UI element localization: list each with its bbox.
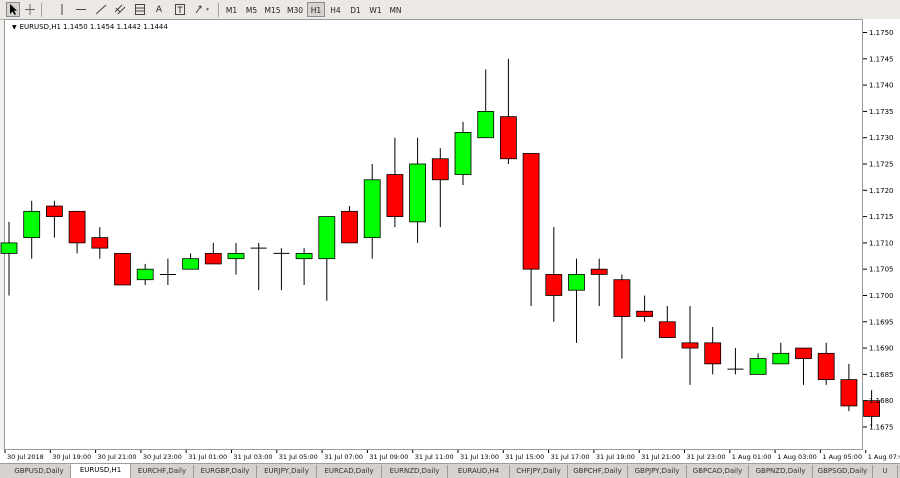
tab-eurchf-daily[interactable]: EURCHF,Daily (131, 465, 194, 478)
candle-bull (227, 253, 245, 260)
candle-bear (817, 352, 835, 381)
time-label: 30 Jul 23:00 (143, 453, 182, 461)
time-label: 31 Jul 21:00 (641, 453, 680, 461)
candle-bull (363, 179, 381, 239)
time-label: 1 Aug 05:00 (822, 453, 862, 461)
price-label: 1.1695 (869, 318, 894, 326)
time-label: 1 Aug 01:00 (732, 453, 772, 461)
candle-bear (46, 205, 63, 217)
candle-bear (68, 210, 86, 244)
candle-bear (499, 116, 517, 160)
tab-euraud-h4[interactable]: EURAUD,H4 (448, 465, 510, 478)
tab-eurjpy-daily[interactable]: EURJPY,Daily (257, 465, 317, 478)
time-label: 31 Jul 23:00 (687, 453, 726, 461)
price-label: 1.1710 (869, 239, 894, 247)
tab-eurusd-h1[interactable]: EURUSD,H1 (71, 464, 131, 478)
tab-u[interactable]: U (873, 465, 898, 478)
candle-bear (704, 342, 722, 365)
time-label: 31 Jul 17:00 (551, 453, 590, 461)
price-label: 1.1745 (869, 55, 894, 63)
time-label: 31 Jul 11:00 (415, 453, 454, 461)
tab-gbpcad-daily[interactable]: GBPCAD,Daily (687, 465, 749, 478)
price-label: 1.1700 (869, 292, 894, 300)
time-label: 31 Jul 09:00 (369, 453, 408, 461)
candle-bear (91, 237, 109, 249)
price-label: 1.1675 (869, 423, 894, 431)
time-label: 31 Jul 19:00 (596, 453, 635, 461)
candlestick-chart: 1.1750 1.1745 1.1740 1.1735 1.1730 1.1725 1.17… (0, 29, 900, 461)
tab-eurnzd-daily[interactable]: EURNZD,Daily (382, 465, 448, 478)
tab-gbpchf-daily[interactable]: GBPCHF,Daily (568, 465, 628, 478)
candle-bear (840, 379, 858, 407)
candle-bull (454, 132, 472, 175)
candle-bear (545, 274, 563, 296)
tab-gbpnzd-daily[interactable]: GBPNZD,Daily (749, 465, 813, 478)
price-label: 1.1725 (869, 161, 894, 169)
price-label: 1.1740 (869, 82, 894, 90)
time-label: 31 Jul 07:00 (324, 453, 363, 461)
candle-bull (136, 268, 154, 281)
tab-eurcad-daily[interactable]: EURCAD,Daily (317, 465, 382, 478)
time-label: 1 Aug 07:00 (868, 453, 900, 461)
candle-bear (795, 347, 812, 359)
candle-bear (522, 153, 540, 270)
candle-bull (409, 163, 427, 223)
tab-gbpjpy-daily[interactable]: GBPJPY,Daily (628, 465, 687, 478)
candle-bull (477, 111, 495, 139)
tab-eurgbp-daily[interactable]: EURGBP,Daily (194, 465, 257, 478)
time-label: 30 Jul 2018 (7, 453, 44, 461)
candle-bear (431, 158, 449, 181)
time-label: 1 Aug 03:00 (777, 453, 817, 461)
candle-bear (590, 268, 608, 275)
candle-bear (386, 174, 404, 217)
time-label: 31 Jul 05:00 (279, 453, 318, 461)
candle-bear (114, 253, 131, 286)
symbol-tabs: GBPUSD,Daily EURUSD,H1 EURCHF,Daily EURGBP,… (0, 463, 900, 478)
time-label: 31 Jul 03:00 (234, 453, 273, 461)
candle-bear (658, 321, 676, 338)
tab-gbpsgd-daily[interactable]: GBPSGD,Daily (813, 465, 873, 478)
candle-bull (0, 242, 18, 254)
price-label: 1.1680 (869, 397, 894, 405)
price-label: 1.1720 (869, 187, 894, 195)
candle-bull (182, 258, 200, 270)
time-label: 30 Jul 19:00 (52, 453, 91, 461)
price-label: 1.1705 (869, 266, 894, 274)
candle-bear (613, 279, 631, 317)
tab-gbpusd-daily[interactable]: GBPUSD,Daily (8, 465, 71, 478)
candle-bear (681, 342, 699, 349)
price-label: 1.1735 (869, 108, 894, 116)
candle-bear (636, 310, 653, 317)
time-label: 31 Jul 01:00 (188, 453, 227, 461)
candle-bear (341, 210, 358, 244)
tab-chfjpy-daily[interactable]: CHFJPY,Daily (510, 465, 568, 478)
time-label: 31 Jul 15:00 (505, 453, 544, 461)
price-label: 1.1685 (869, 371, 894, 379)
candle-bull (23, 210, 41, 239)
candle-bull (568, 274, 585, 291)
time-label: 31 Jul 13:00 (460, 453, 499, 461)
candle-bull (749, 358, 767, 375)
candle-bull (772, 352, 790, 365)
price-label: 1.1730 (869, 134, 894, 142)
price-label: 1.1750 (869, 29, 894, 37)
candle-bull (295, 253, 313, 260)
time-label: 30 Jul 21:00 (98, 453, 137, 461)
candle-bull (318, 216, 336, 260)
price-label: 1.1715 (869, 213, 894, 221)
candle-bear (204, 253, 222, 265)
price-label: 1.1690 (869, 345, 894, 353)
